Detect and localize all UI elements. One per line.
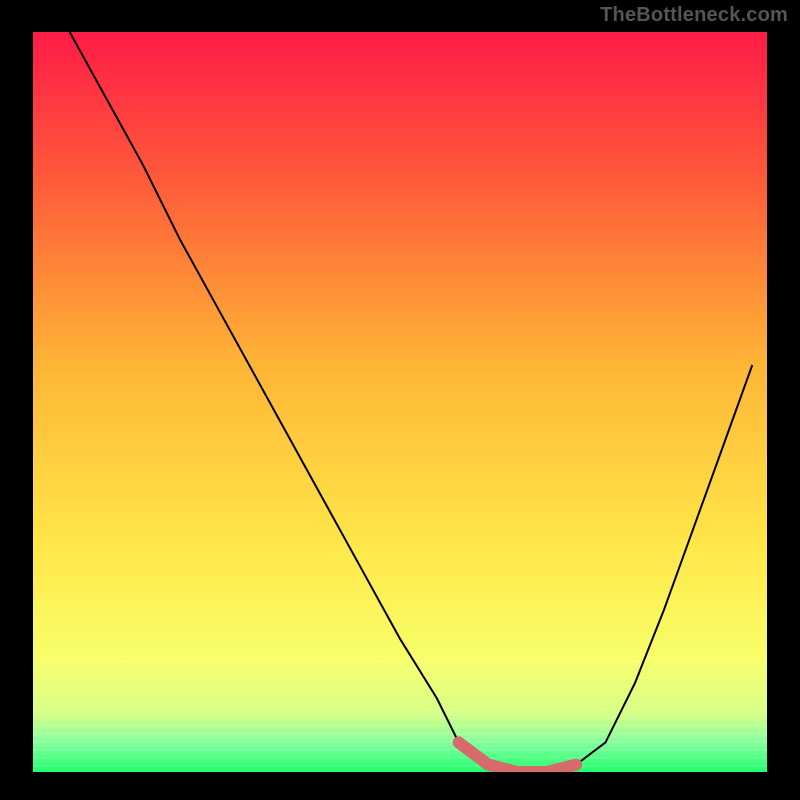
chart-frame [0,0,33,800]
chart-container: TheBottleneck.com [0,0,800,800]
chart-svg [0,0,800,800]
chart-frame [767,0,800,800]
plot-background [33,32,767,772]
chart-frame [0,772,800,800]
watermark-text: TheBottleneck.com [600,4,788,27]
